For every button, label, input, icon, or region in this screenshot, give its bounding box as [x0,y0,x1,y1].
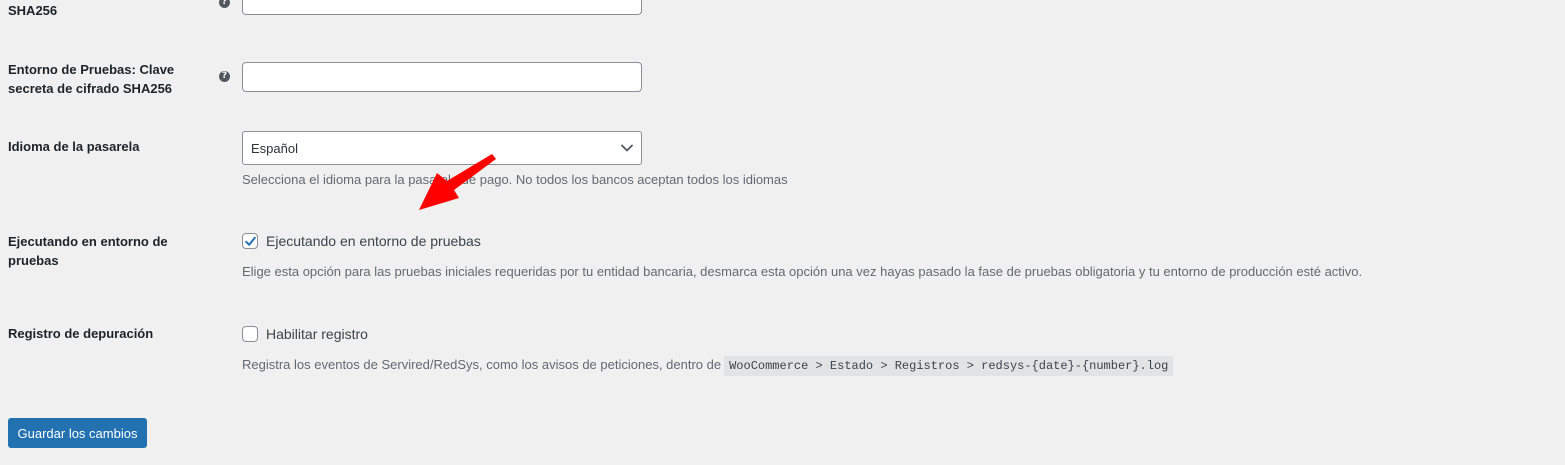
test-mode-label-line1: Ejecutando en entorno de [8,234,168,249]
help-icon[interactable]: ? [219,71,230,82]
debug-log-description: Registra los eventos de Servired/RedSys,… [242,356,1174,376]
test-mode-label-line2: pruebas [8,253,59,268]
chevron-down-icon [621,144,633,152]
debug-log-checkbox-label[interactable]: Habilitar registro [266,325,368,343]
checkmark-icon [245,236,256,246]
test-mode-description: Elige esta opción para las pruebas inici… [242,264,1363,279]
log-path-code: WooCommerce > Estado > Registros > redsy… [724,356,1174,376]
sha256-test-label-line2: secreta de cifrado SHA256 [8,81,173,96]
debug-log-description-text: Registra los eventos de Servired/RedSys,… [242,357,722,372]
language-select-value: Español [251,141,298,156]
sha256-test-input[interactable] [242,62,642,92]
test-mode-label: Ejecutando en entorno de pruebas [8,232,168,270]
debug-log-label: Registro de depuración [8,326,154,341]
debug-log-checkbox[interactable] [242,326,258,342]
sha256-test-label-line1: Entorno de Pruebas: Clave [8,62,175,77]
language-label: Idioma de la pasarela [8,139,140,154]
language-select[interactable]: Español [242,131,642,165]
sha256-test-label: Entorno de Pruebas: Clave secreta de cif… [8,60,174,98]
language-description: Selecciona el idioma para la pasarela de… [242,172,788,187]
save-button[interactable]: Guardar los cambios [8,418,147,448]
sha256-input[interactable] [242,0,642,15]
sha256-label: SHA256 [8,3,58,18]
test-mode-checkbox-label[interactable]: Ejecutando en entorno de pruebas [266,232,481,250]
test-mode-checkbox[interactable] [242,233,258,249]
help-icon[interactable]: ? [219,0,230,8]
